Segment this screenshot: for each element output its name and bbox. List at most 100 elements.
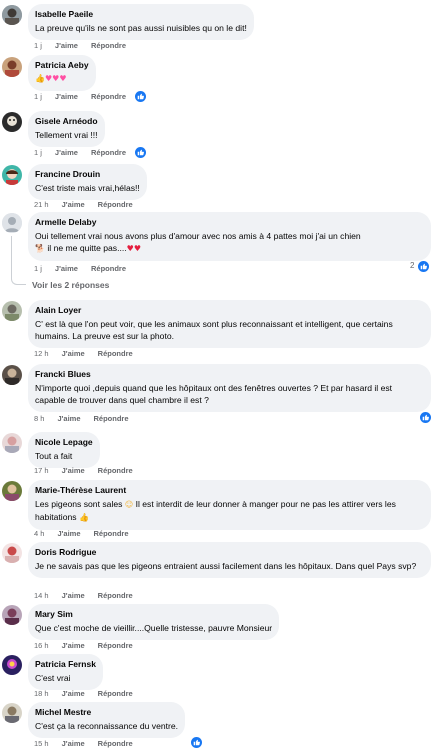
sweat-smile-emoji: ☺	[124, 500, 134, 509]
like-button[interactable]: J'aime	[55, 264, 78, 273]
comment-text: C' est là que l'on peut voir, que les an…	[35, 319, 393, 342]
reply-button[interactable]: Répondre	[98, 641, 133, 650]
comment-text: La preuve qu'ils ne sont pas aussi nuisi…	[35, 23, 247, 33]
reply-button[interactable]: Répondre	[91, 41, 126, 50]
comment-text: N'importe quoi ,depuis quand que les hôp…	[35, 383, 393, 406]
like-button[interactable]: J'aime	[62, 739, 85, 748]
like-button[interactable]: J'aime	[62, 689, 85, 698]
reaction-count[interactable]: 2	[410, 261, 414, 270]
comment-author[interactable]: Francki Blues	[35, 369, 424, 380]
comment-meta: 1 j J'aime Répondre	[34, 40, 139, 50]
thread-line	[11, 236, 26, 285]
avatar[interactable]	[2, 655, 22, 675]
reply-button[interactable]: Répondre	[91, 148, 126, 157]
comment-meta: 1 j J'aime Répondre	[34, 91, 139, 101]
pink-heart-emoji: ♥♥♥	[44, 74, 67, 83]
comment-time[interactable]: 1 j	[34, 41, 42, 50]
avatar[interactable]	[2, 165, 22, 185]
comment-author[interactable]: Patricia Aeby	[35, 60, 89, 71]
comment-author[interactable]: Isabelle Paeile	[35, 9, 247, 20]
like-button[interactable]: J'aime	[57, 529, 80, 538]
red-heart-emoji: ♥♥	[126, 244, 141, 254]
like-button[interactable]: J'aime	[62, 466, 85, 475]
comment-time[interactable]: 1 j	[34, 264, 42, 273]
thumbs-up-emoji: 👍	[35, 74, 45, 83]
reply-button[interactable]: Répondre	[98, 591, 133, 600]
like-button[interactable]: J'aime	[62, 591, 85, 600]
comment-meta: 21 h J'aime Répondre	[34, 199, 146, 209]
avatar[interactable]	[2, 365, 22, 385]
reply-button[interactable]: Répondre	[94, 414, 129, 423]
like-reaction-icon[interactable]	[420, 412, 431, 423]
comment-bubble: Armelle Delaby Oui tellement vrai nous a…	[28, 212, 431, 262]
comment-author[interactable]: Gisele Arnéodo	[35, 116, 98, 127]
comment-author[interactable]: Marie-Thérèse Laurent	[35, 485, 424, 496]
comment-author[interactable]: Nicole Lepage	[35, 437, 93, 448]
like-reaction-icon[interactable]	[418, 261, 429, 272]
comment-author[interactable]: Michel Mestre	[35, 707, 178, 718]
avatar[interactable]	[2, 112, 22, 132]
view-replies-link[interactable]: Voir les 2 réponses	[32, 280, 109, 290]
like-button[interactable]: J'aime	[55, 148, 78, 157]
like-reaction-icon[interactable]	[135, 91, 146, 102]
comment-author[interactable]: Francine Drouin	[35, 169, 140, 180]
comment-text: Tellement vrai !!!	[35, 130, 98, 140]
like-button[interactable]: J'aime	[55, 41, 78, 50]
reply-button[interactable]: Répondre	[91, 92, 126, 101]
comment-time[interactable]: 16 h	[34, 641, 49, 650]
comment-text-line2: il ne me quitte pas....	[47, 243, 127, 254]
reply-button[interactable]: Répondre	[91, 264, 126, 273]
avatar[interactable]	[2, 605, 22, 625]
avatar[interactable]	[2, 543, 22, 563]
reply-button[interactable]: Répondre	[98, 349, 133, 358]
comment-meta: 4 h J'aime Répondre	[34, 528, 142, 538]
comment-bubble: Marie-Thérèse Laurent Les pigeons sont s…	[28, 480, 431, 531]
comment-text: Tout a fait	[35, 451, 73, 461]
comment-author[interactable]: Doris Rodrigue	[35, 547, 424, 558]
reply-button[interactable]: Répondre	[94, 529, 129, 538]
comment-text: C'est ça la reconnaissance du ventre.	[35, 721, 179, 731]
like-button[interactable]: J'aime	[62, 200, 85, 209]
avatar[interactable]	[2, 5, 22, 25]
reply-button[interactable]: Répondre	[98, 689, 133, 698]
like-button[interactable]: J'aime	[55, 92, 78, 101]
comment-time[interactable]: 18 h	[34, 689, 49, 698]
like-button[interactable]: J'aime	[62, 349, 85, 358]
like-button[interactable]: J'aime	[62, 641, 85, 650]
comment-author[interactable]: Mary Sim	[35, 609, 272, 620]
comment-author[interactable]: Patricia Fernsk	[35, 659, 96, 670]
avatar[interactable]	[2, 481, 22, 501]
comment-time[interactable]: 1 j	[34, 92, 42, 101]
comment-meta: 14 h J'aime Répondre	[34, 590, 146, 600]
comment-text: Que c'est moche de vieillir....Quelle tr…	[35, 623, 273, 633]
avatar[interactable]	[2, 703, 22, 723]
comment-bubble: Isabelle Paeile La preuve qu'ils ne sont…	[28, 4, 254, 41]
comment-time[interactable]: 17 h	[34, 466, 49, 475]
avatar[interactable]	[2, 301, 22, 321]
comment-text-line1: Oui tellement vrai nous avons plus d'amo…	[35, 231, 361, 241]
comment-time[interactable]: 4 h	[34, 529, 44, 538]
comment-time[interactable]: 1 j	[34, 148, 42, 157]
avatar[interactable]	[2, 213, 22, 233]
reply-button[interactable]: Répondre	[98, 466, 133, 475]
comment-bubble: Francki Blues N'importe quoi ,depuis qua…	[28, 364, 431, 413]
comment-bubble: Nicole Lepage Tout a fait	[28, 432, 100, 469]
avatar[interactable]	[2, 57, 22, 77]
reply-button[interactable]: Répondre	[98, 739, 133, 748]
avatar[interactable]	[2, 433, 22, 453]
comment-text-part1: Les pigeons sont sales	[35, 499, 123, 509]
comment-author[interactable]: Alain Loyer	[35, 305, 424, 316]
comment-time[interactable]: 15 h	[34, 739, 49, 748]
reply-button[interactable]: Répondre	[98, 200, 133, 209]
like-reaction-icon[interactable]	[135, 147, 146, 158]
comment-time[interactable]: 21 h	[34, 200, 49, 209]
comment-time[interactable]: 14 h	[34, 591, 49, 600]
comment-author[interactable]: Armelle Delaby	[35, 217, 424, 228]
comment-bubble: Patricia Aeby 👍♥♥♥	[28, 55, 96, 91]
comment-bubble: Alain Loyer C' est là que l'on peut voir…	[28, 300, 431, 349]
like-reaction-icon[interactable]	[191, 737, 202, 748]
comment-time[interactable]: 12 h	[34, 349, 49, 358]
comment-time[interactable]: 8 h	[34, 414, 44, 423]
comment-text: Oui tellement vrai nous avons plus d'amo…	[35, 230, 424, 255]
like-button[interactable]: J'aime	[57, 414, 80, 423]
